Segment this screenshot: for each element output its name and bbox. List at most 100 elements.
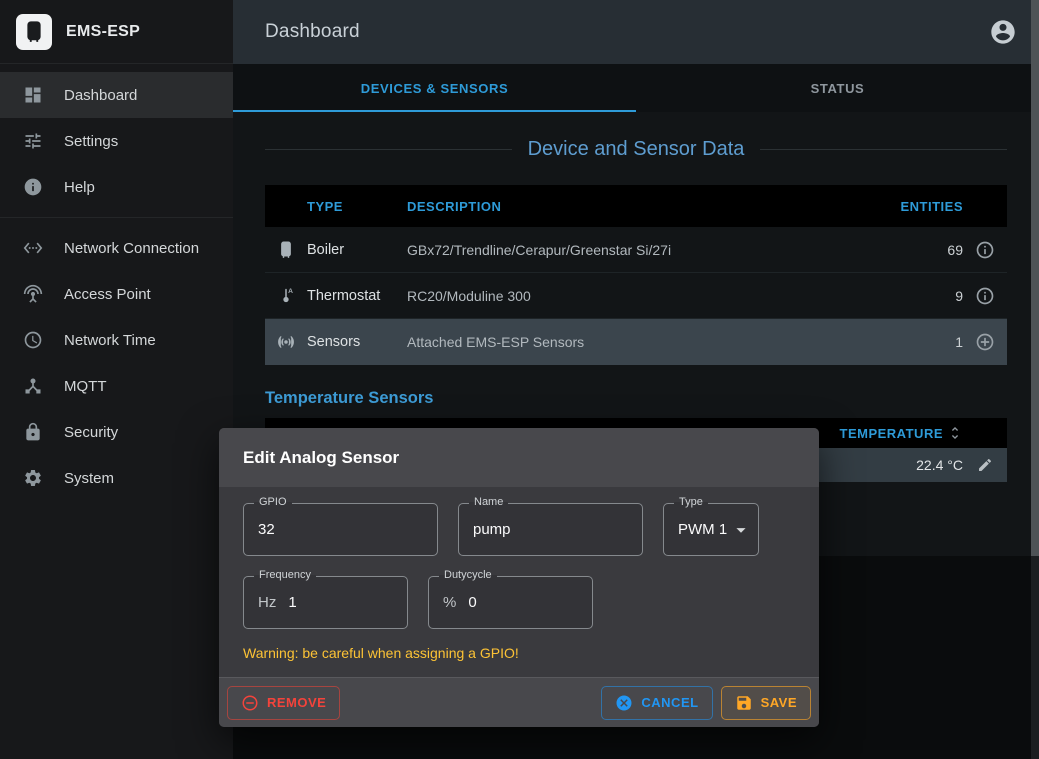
dialog-title: Edit Analog Sensor [243, 448, 399, 468]
gpio-field[interactable]: GPIO 32 [243, 503, 438, 556]
sidebar-item-help[interactable]: Help [0, 164, 233, 210]
dashboard-icon [22, 84, 44, 106]
dutycycle-unit-prefix: % [443, 594, 456, 611]
temperature-sensors-title: Temperature Sensors [265, 389, 1007, 408]
scrollbar[interactable] [1031, 0, 1039, 759]
remove-button-label: REMOVE [267, 695, 326, 710]
cancel-button[interactable]: CANCEL [601, 686, 712, 720]
sidebar-item-system[interactable]: System [0, 455, 233, 501]
sidebar-divider [0, 217, 233, 218]
tab-status[interactable]: STATUS [636, 64, 1039, 112]
name-field-label: Name [469, 496, 508, 508]
app-logo-bar: EMS-ESP [0, 0, 233, 64]
page-title: Dashboard [265, 21, 360, 43]
device-entities-count: 1 [893, 334, 963, 350]
device-description: Attached EMS-ESP Sensors [407, 334, 893, 350]
account-icon[interactable] [989, 18, 1017, 46]
column-header-description: DESCRIPTION [407, 199, 893, 214]
name-field[interactable]: Name pump [458, 503, 643, 556]
sidebar-item-label: Dashboard [64, 87, 137, 104]
type-select-label: Type [674, 496, 708, 508]
save-icon [735, 694, 753, 712]
network-connection-icon [22, 237, 44, 259]
device-description: RC20/Moduline 300 [407, 288, 893, 304]
svg-text:A: A [288, 288, 293, 295]
scrollbar-thumb[interactable] [1031, 0, 1039, 556]
sidebar-item-security[interactable]: Security [0, 409, 233, 455]
sidebar-item-dashboard[interactable]: Dashboard [0, 72, 233, 118]
sidebar-item-label: Help [64, 179, 95, 196]
edit-analog-sensor-dialog: Edit Analog Sensor GPIO 32 Name pump Typ… [219, 428, 819, 727]
table-row-sensors[interactable]: Sensors Attached EMS-ESP Sensors 1 [265, 319, 1007, 365]
device-table-header: TYPE DESCRIPTION ENTITIES [265, 185, 1007, 227]
frequency-field-value: 1 [288, 594, 296, 611]
sidebar-item-network-connection[interactable]: Network Connection [0, 225, 233, 271]
column-header-entities: ENTITIES [893, 199, 963, 214]
add-circle-icon[interactable] [975, 332, 995, 352]
dialog-header: Edit Analog Sensor [219, 428, 819, 487]
device-type: Thermostat [307, 288, 407, 304]
sidebar-item-access-point[interactable]: Access Point [0, 271, 233, 317]
tab-bar: DEVICES & SENSORS STATUS [233, 64, 1039, 112]
sidebar-item-label: Security [64, 424, 118, 441]
type-select-value: PWM 1 [678, 521, 727, 538]
sort-icon[interactable] [947, 425, 963, 441]
device-description: GBx72/Trendline/Cerapur/Greenstar Si/27i [407, 242, 893, 258]
sidebar-item-settings[interactable]: Settings [0, 118, 233, 164]
device-hub-icon [22, 375, 44, 397]
device-type: Sensors [307, 334, 407, 350]
gpio-warning-text: Warning: be careful when assigning a GPI… [243, 645, 795, 661]
section-title: Device and Sensor Data [528, 138, 745, 161]
sidebar-item-label: MQTT [64, 378, 107, 395]
type-select[interactable]: Type PWM 1 [663, 503, 759, 556]
access-point-antenna-icon [22, 283, 44, 305]
column-header-temperature[interactable]: TEMPERATURE [840, 426, 943, 441]
sidebar-item-mqtt[interactable]: MQTT [0, 363, 233, 409]
cancel-icon [615, 694, 633, 712]
dialog-fields-row-1: GPIO 32 Name pump Type PWM 1 [243, 503, 795, 556]
edit-icon[interactable] [977, 457, 993, 473]
frequency-unit-prefix: Hz [258, 594, 276, 611]
save-button[interactable]: SAVE [721, 686, 811, 720]
sidebar-item-label: System [64, 470, 114, 487]
device-table: TYPE DESCRIPTION ENTITIES Boiler GBx72/T… [265, 185, 1007, 365]
dropdown-icon[interactable] [730, 519, 752, 541]
device-entities-count: 9 [893, 288, 963, 304]
thermostat-icon: A [276, 286, 296, 306]
dialog-body: GPIO 32 Name pump Type PWM 1 Frequency H… [219, 487, 819, 677]
dutycycle-field-value: 0 [468, 594, 476, 611]
lock-icon [22, 421, 44, 443]
frequency-field-label: Frequency [254, 569, 316, 581]
app-logo [16, 14, 52, 50]
table-row-boiler[interactable]: Boiler GBx72/Trendline/Cerapur/Greenstar… [265, 227, 1007, 273]
section-title-divider: Device and Sensor Data [265, 138, 1007, 161]
gpio-field-value: 32 [258, 521, 275, 538]
save-button-label: SAVE [761, 695, 797, 710]
divider-line [760, 149, 1007, 150]
device-entities-count: 69 [893, 242, 963, 258]
dialog-fields-row-2: Frequency Hz 1 Dutycycle % 0 [243, 576, 795, 629]
gpio-field-label: GPIO [254, 496, 292, 508]
cancel-button-label: CANCEL [641, 695, 698, 710]
name-field-value: pump [473, 521, 511, 538]
frequency-field[interactable]: Frequency Hz 1 [243, 576, 408, 629]
table-row-thermostat[interactable]: A Thermostat RC20/Moduline 300 9 [265, 273, 1007, 319]
tab-devices-sensors[interactable]: DEVICES & SENSORS [233, 64, 636, 112]
device-type: Boiler [307, 242, 407, 258]
column-header-type: TYPE [307, 199, 407, 214]
sidebar-item-label: Network Connection [64, 240, 199, 257]
dutycycle-field-label: Dutycycle [439, 569, 497, 581]
dutycycle-field[interactable]: Dutycycle % 0 [428, 576, 593, 629]
remove-icon [241, 694, 259, 712]
topbar: Dashboard [233, 0, 1039, 64]
dialog-footer: REMOVE CANCEL SAVE [219, 677, 819, 727]
info-outline-icon[interactable] [975, 240, 995, 260]
sidebar-nav: Dashboard Settings Help Network Connecti… [0, 64, 233, 501]
settings-tune-icon [22, 130, 44, 152]
remove-button[interactable]: REMOVE [227, 686, 340, 720]
info-outline-icon[interactable] [975, 286, 995, 306]
sidebar-item-network-time[interactable]: Network Time [0, 317, 233, 363]
sidebar-item-label: Settings [64, 133, 118, 150]
boiler-icon [276, 240, 296, 260]
divider-line [265, 149, 512, 150]
